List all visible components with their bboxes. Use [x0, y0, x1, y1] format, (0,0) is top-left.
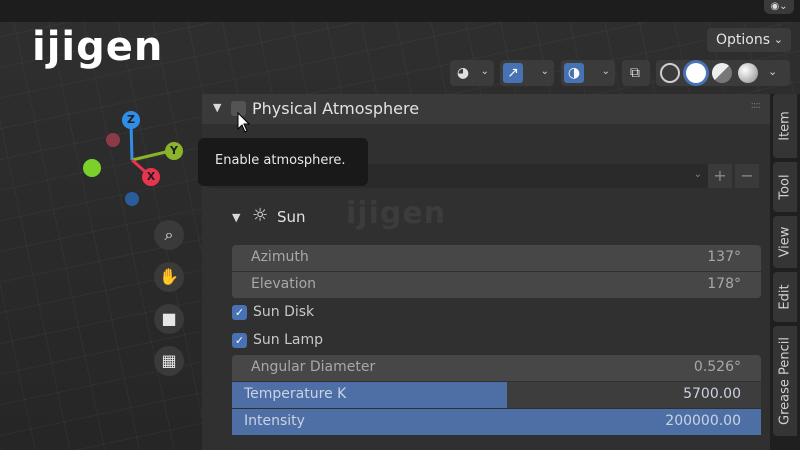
zoom-icon[interactable]: ⌕	[154, 220, 184, 250]
sun-collapse-triangle-icon[interactable]: ▼	[232, 211, 240, 224]
intensity-slider[interactable]: Intensity 200000.00	[232, 409, 761, 435]
gizmo-icon: ↗	[503, 63, 523, 83]
physical-atmosphere-header[interactable]: ▼ Physical Atmosphere ::::	[202, 94, 770, 124]
tab-item-label: Item	[777, 111, 793, 141]
add-preset-button[interactable]: +	[708, 164, 732, 188]
brand-logo: ijigen	[32, 24, 164, 70]
pan-hand-icon[interactable]: ✋	[154, 262, 184, 292]
sun-subpanel-title: Sun	[277, 208, 306, 226]
y-axis-icon[interactable]: Y	[165, 142, 183, 160]
shading-mode-selector: ⌄	[656, 60, 790, 86]
intensity-value: 200000.00	[665, 413, 741, 429]
chevron-down-icon[interactable]: ⌄	[768, 65, 777, 78]
navigation-gizmo[interactable]: Z Y X	[70, 100, 210, 220]
tab-item[interactable]: Item	[773, 94, 797, 158]
azimuth-field[interactable]: Azimuth 137°	[232, 245, 761, 271]
intensity-label: Intensity	[244, 413, 305, 429]
mouse-cursor-icon	[237, 112, 251, 133]
watermark-logo: ijigen	[346, 196, 447, 231]
perspective-grid-icon[interactable]: ▦	[154, 346, 184, 376]
temperature-label: Temperature K	[244, 386, 347, 402]
sun-disk-checkbox[interactable]: ✓	[232, 305, 247, 320]
azimuth-label: Azimuth	[251, 249, 309, 265]
sun-lamp-checkbox[interactable]: ✓	[232, 333, 247, 348]
tab-grease-pencil-label: Grease Pencil	[777, 337, 793, 425]
sun-lamp-label: Sun Lamp	[253, 332, 323, 348]
drag-grip-icon[interactable]: ::::	[751, 100, 762, 111]
elevation-label: Elevation	[251, 276, 317, 292]
panel-title: Physical Atmosphere	[252, 99, 420, 118]
gizmo-toggle-button[interactable]: ↗ ⌄	[500, 60, 554, 86]
chevron-down-icon: ⌄	[601, 66, 610, 77]
angular-diameter-value: 0.526°	[693, 359, 741, 375]
chevron-down-icon: ⌄	[480, 66, 489, 77]
wireframe-shading-icon[interactable]	[660, 63, 680, 83]
eye-icon: ◕	[456, 65, 470, 81]
temperature-value: 5700.00	[683, 386, 741, 402]
collapse-triangle-icon[interactable]: ▼	[213, 101, 221, 114]
tab-grease-pencil[interactable]: Grease Pencil	[773, 326, 797, 436]
tooltip: Enable atmosphere.	[198, 138, 368, 186]
angular-diameter-label: Angular Diameter	[251, 359, 376, 375]
options-label: Options	[716, 32, 771, 48]
angular-diameter-field[interactable]: Angular Diameter 0.526°	[232, 355, 761, 381]
overlays-toggle-button[interactable]: ◑ ⌄	[561, 60, 615, 86]
azimuth-value: 137°	[707, 249, 741, 265]
object-type-visibility-button[interactable]: ◕ ⌄	[450, 60, 494, 86]
tab-tool-label: Tool	[777, 174, 793, 200]
tab-view-label: View	[777, 226, 793, 258]
tab-edit-label: Edit	[777, 284, 793, 310]
xray-icon: ⧉	[630, 65, 640, 81]
overlays-icon: ◑	[564, 63, 584, 83]
elevation-value: 178°	[707, 276, 741, 292]
remove-preset-button[interactable]: −	[735, 164, 759, 188]
xray-toggle-button[interactable]: ⧉	[622, 60, 650, 86]
neg-y-axis-icon[interactable]	[83, 159, 101, 177]
sidebar-tabs: Item Tool View Edit Grease Pencil	[770, 94, 800, 450]
material-preview-shading-icon[interactable]	[712, 63, 732, 83]
neg-z-axis-icon[interactable]	[125, 192, 139, 206]
sun-icon: ☼	[252, 205, 269, 226]
tab-edit[interactable]: Edit	[773, 272, 797, 322]
chevron-down-icon: ⌄	[693, 169, 702, 180]
chevron-down-icon: ⌄	[540, 66, 549, 77]
z-axis-icon[interactable]: Z	[122, 111, 140, 129]
camera-icon[interactable]: ■	[154, 304, 184, 334]
sun-disk-label: Sun Disk	[253, 304, 315, 320]
tab-view[interactable]: View	[773, 216, 797, 268]
tab-tool[interactable]: Tool	[773, 162, 797, 212]
options-button[interactable]: Options ⌄	[707, 28, 791, 52]
elevation-field[interactable]: Elevation 178°	[232, 272, 761, 298]
top-bar: ◉⌄	[0, 0, 800, 22]
rendered-shading-icon[interactable]	[738, 63, 758, 83]
solid-shading-icon[interactable]	[686, 63, 706, 83]
overlay-visibility-icon[interactable]: ◉⌄	[764, 0, 794, 14]
temperature-slider[interactable]: Temperature K 5700.00	[232, 382, 761, 408]
neg-x-axis-icon[interactable]	[106, 133, 120, 147]
chevron-down-icon: ⌄	[773, 33, 783, 46]
x-axis-icon[interactable]: X	[142, 168, 160, 186]
